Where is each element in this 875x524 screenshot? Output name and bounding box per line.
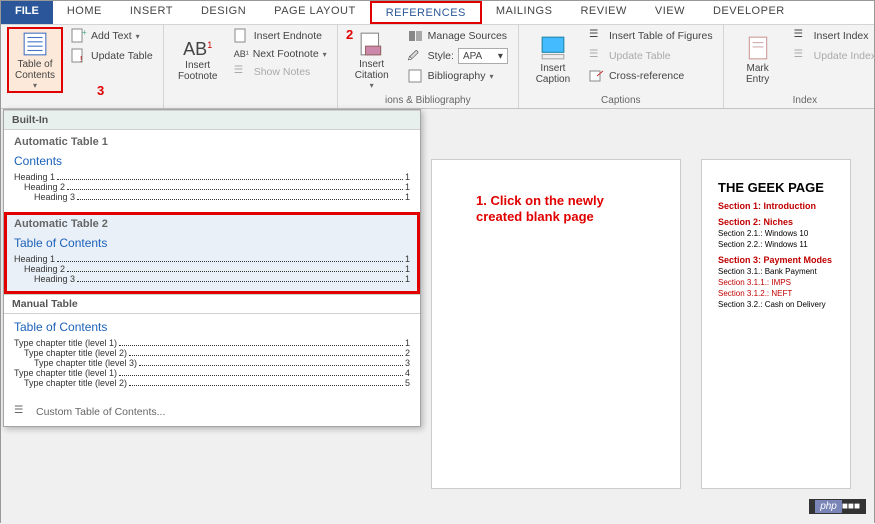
cross-ref-icon	[589, 68, 605, 84]
style-icon: 🖉	[408, 48, 424, 64]
insert-index-icon: ☰	[794, 28, 810, 44]
show-notes-icon: ☰	[234, 64, 250, 80]
toc-line: Type chapter title (level 2)2	[14, 348, 410, 358]
style-select[interactable]: APA▾	[458, 48, 508, 64]
toc-line: Heading 11	[14, 254, 410, 264]
toc-button-label: Table of Contents	[15, 59, 55, 81]
toc-icon	[22, 31, 48, 57]
toc-section-builtin: Built-In	[4, 110, 420, 130]
add-text-button[interactable]: +Add Text	[67, 27, 157, 45]
manage-sources-button[interactable]: Manage Sources	[404, 27, 512, 45]
group-citations: Insert Citation Manage Sources 🖉Style: A…	[338, 25, 519, 108]
bibliography-icon	[408, 68, 424, 84]
insert-endnote-button[interactable]: Insert Endnote	[230, 27, 331, 45]
toc-option-auto2[interactable]: Automatic Table 2 Table of Contents Head…	[4, 212, 420, 294]
toc-button[interactable]: Table of Contents	[7, 27, 63, 93]
toc-option-manual[interactable]: Table of Contents Type chapter title (le…	[4, 314, 420, 398]
mark-entry-button[interactable]: Mark Entry	[730, 27, 786, 93]
toc-line: Type chapter title (level 2)5	[14, 378, 410, 388]
custom-toc-button[interactable]: ☰ Custom Table of Contents...	[4, 398, 420, 426]
group-citations-label: ions & Bibliography	[344, 93, 512, 108]
group-index-label: Index	[730, 93, 875, 108]
group-captions: Insert Caption ☰Insert Table of Figures …	[519, 25, 724, 108]
tab-references[interactable]: REFERENCES	[370, 1, 482, 24]
tab-review[interactable]: REVIEW	[566, 1, 640, 24]
toc-option-auto1[interactable]: Automatic Table 1 Contents Heading 11Hea…	[4, 130, 420, 212]
group-mark-entry: Mark Entry ☰Insert Index ☰Update Index I…	[724, 25, 875, 108]
ribbon: Table of Contents +Add Text !Update Tabl…	[1, 25, 874, 109]
toc-line: Heading 21	[14, 182, 410, 192]
cross-reference-button[interactable]: Cross-reference	[585, 67, 717, 85]
style-row: 🖉Style: APA▾	[404, 47, 512, 65]
insert-footnote-button[interactable]: AB1 Insert Footnote	[170, 27, 226, 93]
caption-icon	[540, 35, 566, 61]
ribbon-tabs: FILE HOME INSERT DESIGN PAGE LAYOUT REFE…	[1, 1, 874, 25]
content-page[interactable]: THE GEEK PAGE Section 1: Introduction Se…	[701, 159, 851, 489]
bibliography-button[interactable]: Bibliography	[404, 67, 512, 85]
mark-entry-icon	[745, 35, 771, 61]
update-tof-icon: ☰	[589, 48, 605, 64]
update-icon: !	[71, 48, 87, 64]
tab-view[interactable]: VIEW	[641, 1, 699, 24]
add-text-icon: +	[71, 28, 87, 44]
svg-text:+: +	[82, 28, 87, 37]
show-notes-button: ☰Show Notes	[230, 63, 331, 81]
toc-line: Heading 21	[14, 264, 410, 274]
next-footnote-icon: AB¹	[234, 49, 249, 59]
group-footnotes: AB1 Insert Footnote Insert Endnote AB¹Ne…	[164, 25, 338, 108]
toc-line: Heading 31	[14, 192, 410, 202]
annotation-1: 1. Click on the newly created blank page	[476, 193, 604, 224]
toc-dropdown: Built-In Automatic Table 1 Contents Head…	[3, 109, 421, 427]
tab-developer[interactable]: DEVELOPER	[699, 1, 799, 24]
next-footnote-button[interactable]: AB¹Next Footnote	[230, 47, 331, 61]
insert-index-button[interactable]: ☰Insert Index	[790, 27, 875, 45]
tab-mailings[interactable]: MAILINGS	[482, 1, 567, 24]
svg-text:!: !	[80, 55, 82, 64]
doc-title: THE GEEK PAGE	[718, 180, 834, 195]
custom-toc-icon: ☰	[14, 404, 30, 420]
citation-icon	[359, 31, 385, 57]
footnote-icon: AB1	[183, 39, 212, 60]
endnote-icon	[234, 28, 250, 44]
update-table-button[interactable]: !Update Table	[67, 47, 157, 65]
update-caption-table-button: ☰Update Table	[585, 47, 717, 65]
insert-caption-button[interactable]: Insert Caption	[525, 27, 581, 93]
update-index-button: ☰Update Index	[790, 47, 875, 65]
tab-home[interactable]: HOME	[53, 1, 116, 24]
tab-file[interactable]: FILE	[1, 1, 53, 24]
toc-line: Type chapter title (level 3)3	[14, 358, 410, 368]
toc-line: Heading 11	[14, 172, 410, 182]
annotation-3: 3	[97, 83, 104, 98]
toc-line: Heading 31	[14, 274, 410, 284]
toc-line: Type chapter title (level 1)1	[14, 338, 410, 348]
group-captions-label: Captions	[525, 93, 717, 108]
toc-line: Type chapter title (level 1)4	[14, 368, 410, 378]
tab-page-layout[interactable]: PAGE LAYOUT	[260, 1, 370, 24]
tof-icon: ☰	[589, 28, 605, 44]
tab-insert[interactable]: INSERT	[116, 1, 187, 24]
update-index-icon: ☰	[794, 48, 810, 64]
manage-sources-icon	[408, 28, 424, 44]
annotation-2: 2	[346, 27, 353, 42]
insert-tof-button[interactable]: ☰Insert Table of Figures	[585, 27, 717, 45]
toc-section-manual: Manual Table	[4, 294, 420, 314]
watermark: php■■■	[809, 499, 866, 514]
group-toc: Table of Contents +Add Text !Update Tabl…	[1, 25, 164, 108]
tab-design[interactable]: DESIGN	[187, 1, 260, 24]
